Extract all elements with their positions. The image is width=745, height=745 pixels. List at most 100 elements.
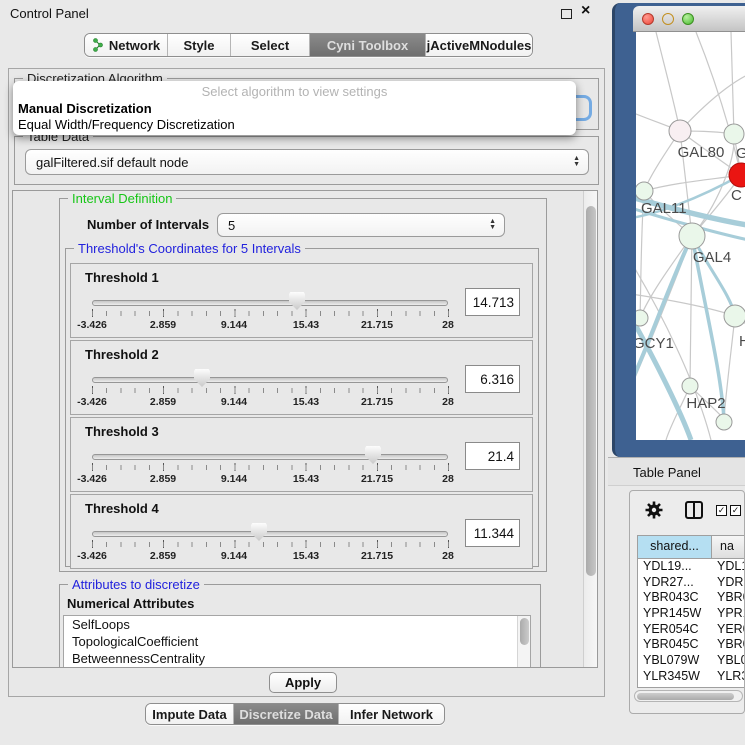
scale-label: 2.859: [150, 550, 176, 562]
apply-button[interactable]: Apply: [269, 672, 337, 693]
checkbox-icon[interactable]: ✓: [716, 505, 727, 516]
maximize-traffic-light-icon[interactable]: [682, 13, 694, 25]
threshold-3-slider-thumb[interactable]: [365, 446, 381, 464]
tab-select-label: Select: [251, 38, 289, 53]
float-window-icon[interactable]: [561, 9, 572, 19]
table-data-combobox[interactable]: galFiltered.sif default node ▲▼: [25, 149, 589, 175]
tab-infer-network[interactable]: Infer Network: [339, 704, 444, 724]
threshold-4-slider-track[interactable]: [92, 531, 448, 537]
split-panel-icon[interactable]: [685, 501, 703, 519]
cell-shared-name[interactable]: YER054C: [638, 622, 712, 638]
control-panel-title: Control Panel: [10, 6, 89, 21]
column-header-name[interactable]: na: [712, 536, 745, 559]
dropdown-option-manual[interactable]: Manual Discretization: [18, 101, 152, 116]
network-view-titlebar[interactable]: [633, 6, 745, 32]
table-row[interactable]: YER054CYER0: [638, 622, 745, 638]
threshold-4-slider-thumb[interactable]: [251, 523, 267, 541]
threshold-2-slider-track[interactable]: [92, 377, 448, 383]
threshold-4-value-field[interactable]: [465, 519, 520, 547]
node-bottom[interactable]: [716, 414, 732, 430]
numerical-attributes-list: SelfLoops TopologicalCoefficient Between…: [63, 615, 531, 668]
threshold-1-value-field[interactable]: [465, 288, 520, 316]
slider-minor-ticks: [92, 542, 449, 547]
cell-name[interactable]: YPR1: [712, 606, 745, 622]
scrollbar-thumb[interactable]: [586, 206, 596, 576]
close-traffic-light-icon[interactable]: [642, 13, 654, 25]
table-row[interactable]: YDL19...YDL1: [638, 559, 745, 575]
column-header-shared-name[interactable]: shared...: [638, 536, 712, 559]
minimize-traffic-light-icon[interactable]: [662, 13, 674, 25]
node-top-right[interactable]: [724, 124, 744, 144]
node-selected-red[interactable]: [729, 163, 745, 187]
scrollbar-thumb[interactable]: [637, 693, 734, 700]
table-header-row: shared... na: [638, 536, 745, 559]
cell-name[interactable]: YDR2: [712, 575, 745, 591]
attributes-list-scrollbar[interactable]: [517, 616, 530, 668]
cell-shared-name[interactable]: YLR345W: [638, 669, 712, 685]
tab-impute-data[interactable]: Impute Data: [146, 704, 234, 724]
close-icon[interactable]: ×: [581, 2, 590, 20]
cell-shared-name[interactable]: YBR045C: [638, 637, 712, 653]
cell-shared-name[interactable]: YDL19...: [638, 559, 712, 575]
node-gal80[interactable]: [669, 120, 691, 142]
application-window: Control Panel × Network Style Select Cyn…: [0, 0, 745, 745]
threshold-3-value-field[interactable]: [465, 442, 520, 470]
threshold-1-slider-track[interactable]: [92, 300, 448, 306]
list-item-topologicalcoefficient[interactable]: TopologicalCoefficient: [64, 633, 530, 650]
node-hap2[interactable]: [682, 378, 698, 394]
checkbox-icon[interactable]: ✓: [730, 505, 741, 516]
dropdown-placeholder-item[interactable]: Select algorithm to view settings: [13, 84, 576, 99]
number-of-intervals-combobox[interactable]: 5 ▲▼: [217, 213, 505, 237]
scale-label: 9.144: [221, 319, 247, 331]
cell-name[interactable]: YIL0: [712, 685, 745, 689]
cell-name[interactable]: YBR0: [712, 590, 745, 606]
tab-discretize-data[interactable]: Discretize Data: [234, 704, 339, 724]
tab-jactivemnodules[interactable]: jActiveMNodules: [426, 34, 532, 56]
table-row[interactable]: YBL079WYBL0: [638, 653, 745, 669]
node-label-gcy1: GCY1: [636, 335, 674, 352]
scale-label: -3.426: [77, 473, 107, 485]
cell-name[interactable]: YER0: [712, 622, 745, 638]
table-horizontal-scrollbar[interactable]: [634, 690, 743, 702]
settings-vertical-scrollbar[interactable]: [583, 191, 598, 667]
list-item-betweennesscentrality[interactable]: BetweennessCentrality: [64, 650, 530, 667]
table-row[interactable]: YDR27...YDR2: [638, 575, 745, 591]
combobox-stepper-icon[interactable]: ▲▼: [489, 214, 496, 236]
cell-shared-name[interactable]: YPR145W: [638, 606, 712, 622]
table-row[interactable]: YPR145WYPR1: [638, 606, 745, 622]
threshold-2-slider-thumb[interactable]: [194, 369, 210, 387]
cell-name[interactable]: YLR3: [712, 669, 745, 685]
node-gal4[interactable]: [679, 223, 705, 249]
node-gcy1[interactable]: [636, 310, 648, 326]
network-canvas[interactable]: GAL80 G. C GAL11 GAL4 GCY1 H HAP2: [636, 32, 745, 440]
network-view-frame[interactable]: GAL80 G. C GAL11 GAL4 GCY1 H HAP2: [612, 3, 745, 457]
combobox-stepper-icon[interactable]: ▲▼: [573, 150, 580, 174]
table-row[interactable]: YIL053CYIL0: [638, 685, 745, 689]
threshold-1-slider-thumb[interactable]: [289, 292, 305, 310]
scrollbar-thumb[interactable]: [520, 618, 529, 645]
table-row[interactable]: YBR043CYBR0: [638, 590, 745, 606]
gear-icon[interactable]: [644, 500, 664, 520]
cell-name[interactable]: YBL0: [712, 653, 745, 669]
cell-shared-name[interactable]: YBR043C: [638, 590, 712, 606]
cell-name[interactable]: YDL1: [712, 559, 745, 575]
node-gal11[interactable]: [636, 182, 653, 200]
cell-shared-name[interactable]: YIL053C: [638, 685, 712, 689]
node-label-partial-h: H: [739, 333, 745, 350]
cell-shared-name[interactable]: YDR27...: [638, 575, 712, 591]
tab-select[interactable]: Select: [231, 34, 310, 56]
table-row[interactable]: YLR345WYLR3: [638, 669, 745, 685]
tab-style[interactable]: Style: [168, 34, 231, 56]
threshold-3-slider-track[interactable]: [92, 454, 448, 460]
list-item-selfloops[interactable]: SelfLoops: [64, 616, 530, 633]
node-h[interactable]: [724, 305, 745, 327]
tab-network[interactable]: Network: [85, 34, 168, 56]
cell-name[interactable]: YBR0: [712, 637, 745, 653]
cell-shared-name[interactable]: YBL079W: [638, 653, 712, 669]
threshold-2-value-field[interactable]: [465, 365, 520, 393]
table-row[interactable]: YBR045CYBR0: [638, 637, 745, 653]
dropdown-option-equal-width[interactable]: Equal Width/Frequency Discretization: [18, 117, 235, 132]
network-graph: GAL80 G. C GAL11 GAL4 GCY1 H HAP2: [636, 32, 745, 440]
tab-cyni-toolbox[interactable]: Cyni Toolbox: [310, 34, 426, 56]
scale-label: 28: [442, 550, 454, 562]
